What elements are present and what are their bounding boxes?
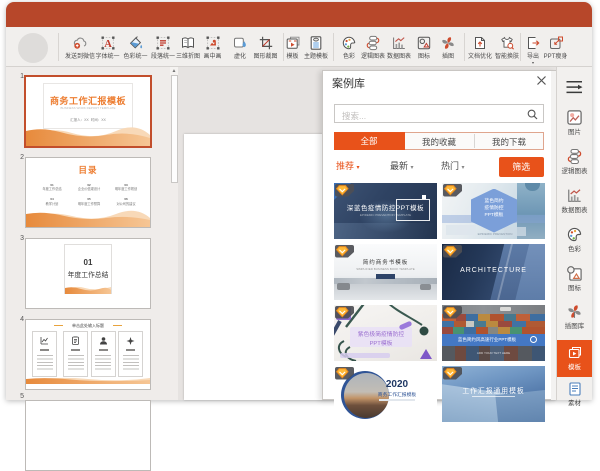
svg-text:A: A bbox=[104, 39, 112, 50]
